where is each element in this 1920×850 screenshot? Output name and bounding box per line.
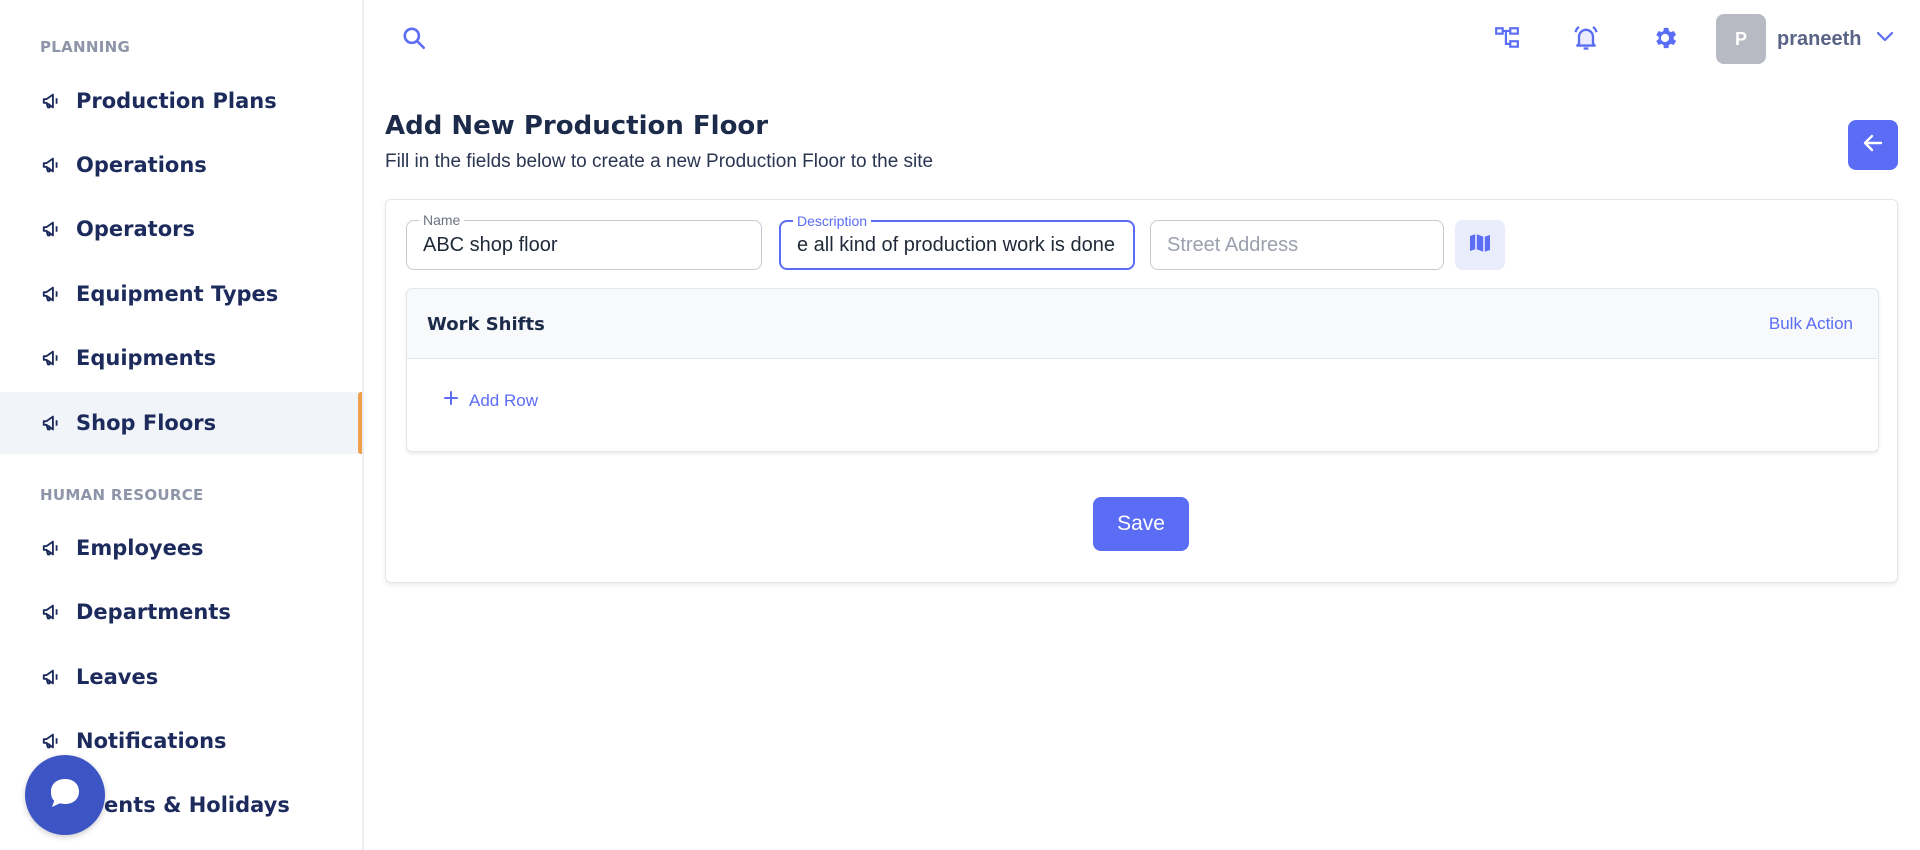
user-menu-toggle[interactable] bbox=[1874, 28, 1896, 50]
chevron-down-icon bbox=[1876, 30, 1894, 48]
search-button[interactable] bbox=[398, 24, 430, 56]
add-row-button[interactable]: Add Row bbox=[443, 390, 538, 411]
add-row-label: Add Row bbox=[469, 390, 538, 410]
search-icon bbox=[401, 25, 427, 56]
name-input[interactable] bbox=[407, 221, 761, 269]
sidebar-item-label: Operations bbox=[76, 153, 207, 177]
megaphone-icon bbox=[40, 600, 64, 624]
avatar[interactable]: P bbox=[1716, 14, 1766, 64]
save-button[interactable]: Save bbox=[1093, 497, 1189, 551]
page-subtitle: Fill in the fields below to create a new… bbox=[385, 151, 934, 172]
bulk-action-link[interactable]: Bulk Action bbox=[1769, 314, 1853, 334]
form-card: Name Description Work Shifts Bulk Action… bbox=[385, 199, 1898, 583]
sidebar-item-label: Shop Floors bbox=[76, 411, 217, 435]
section-label-planning: PLANNING bbox=[40, 38, 131, 56]
work-shifts-header: Work Shifts Bulk Action bbox=[407, 289, 1878, 359]
map-icon bbox=[1468, 231, 1492, 260]
arrow-left-icon bbox=[1861, 131, 1885, 160]
description-input[interactable] bbox=[781, 222, 1133, 268]
megaphone-icon bbox=[40, 411, 64, 435]
notifications-button[interactable] bbox=[1568, 22, 1604, 58]
street-address-input[interactable] bbox=[1151, 221, 1443, 269]
sidebar-item-label: Leaves bbox=[76, 665, 159, 689]
section-label-human-resource: HUMAN RESOURCE bbox=[40, 486, 204, 504]
sidebar-item-label: Notifications bbox=[76, 729, 227, 753]
megaphone-icon bbox=[40, 729, 64, 753]
sidebar-item-operations[interactable]: Operations bbox=[0, 134, 362, 196]
org-chart-button[interactable] bbox=[1489, 22, 1525, 58]
megaphone-icon bbox=[40, 153, 64, 177]
plus-icon bbox=[443, 390, 459, 411]
sitemap-icon bbox=[1494, 25, 1520, 56]
megaphone-icon bbox=[40, 89, 64, 113]
sidebar-item-operators[interactable]: Operators bbox=[0, 198, 362, 260]
sidebar-item-label: Equipment Types bbox=[76, 282, 279, 306]
map-button[interactable] bbox=[1455, 220, 1505, 270]
back-button[interactable] bbox=[1848, 120, 1898, 170]
sidebar-item-label: Employees bbox=[76, 536, 204, 560]
chat-launcher-button[interactable] bbox=[25, 755, 105, 835]
megaphone-icon bbox=[40, 665, 64, 689]
sidebar-item-label: Operators bbox=[76, 217, 195, 241]
work-shifts-panel: Work Shifts Bulk Action Add Row bbox=[406, 288, 1879, 452]
megaphone-icon bbox=[40, 536, 64, 560]
chat-bubble-icon bbox=[48, 777, 82, 814]
megaphone-icon bbox=[40, 346, 64, 370]
name-field: Name bbox=[406, 211, 762, 270]
sidebar-item-label: Events & Holidays bbox=[76, 793, 290, 817]
sidebar-item-label: Departments bbox=[76, 600, 231, 624]
settings-button[interactable] bbox=[1647, 22, 1683, 58]
megaphone-icon bbox=[40, 282, 64, 306]
sidebar-item-label: Production Plans bbox=[76, 89, 277, 113]
description-field: Description bbox=[779, 212, 1135, 270]
top-bar: P praneeth bbox=[366, 0, 1920, 80]
sidebar-item-shop-floors[interactable]: Shop Floors bbox=[0, 392, 362, 454]
sidebar-item-production-plans[interactable]: Production Plans bbox=[0, 70, 362, 132]
bell-icon bbox=[1572, 24, 1600, 57]
sidebar-item-leaves[interactable]: Leaves bbox=[0, 646, 362, 708]
street-address-field bbox=[1150, 220, 1444, 270]
sidebar-item-employees[interactable]: Employees bbox=[0, 517, 362, 579]
work-shifts-title: Work Shifts bbox=[427, 314, 545, 335]
sidebar-item-equipments[interactable]: Equipments bbox=[0, 327, 362, 389]
sidebar: PLANNING Production Plans Operations Ope… bbox=[0, 0, 364, 850]
sidebar-item-equipment-types[interactable]: Equipment Types bbox=[0, 263, 362, 325]
sidebar-item-departments[interactable]: Departments bbox=[0, 581, 362, 643]
gear-icon bbox=[1651, 24, 1679, 57]
username[interactable]: praneeth bbox=[1777, 28, 1861, 51]
sidebar-item-label: Equipments bbox=[76, 346, 217, 370]
page-title: Add New Production Floor bbox=[385, 111, 769, 141]
megaphone-icon bbox=[40, 217, 64, 241]
